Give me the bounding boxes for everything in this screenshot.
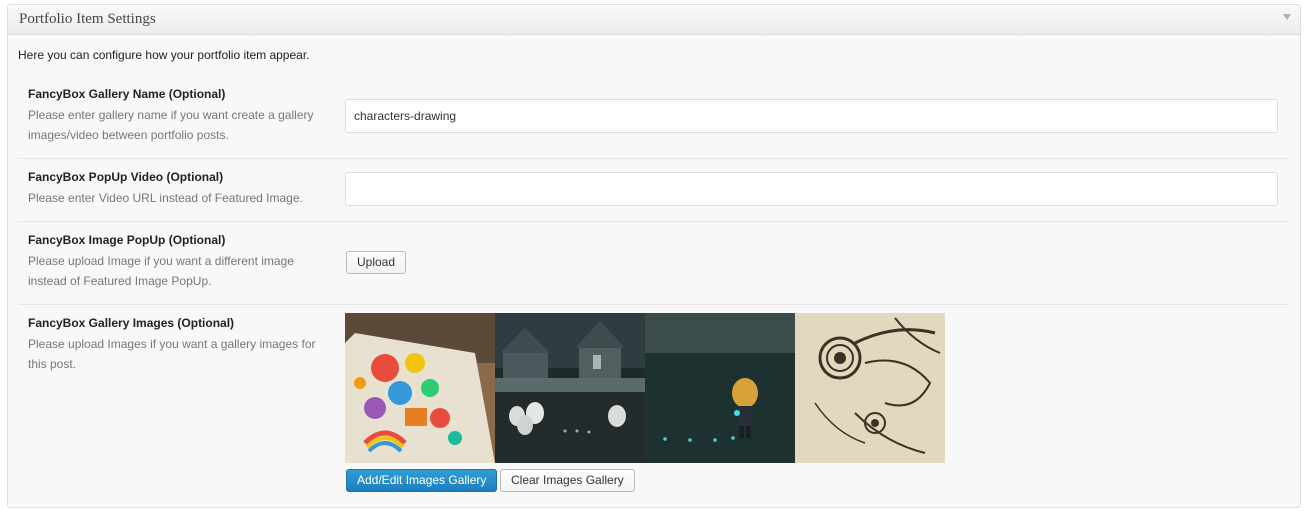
image-popup-label: FancyBox Image PopUp (Optional) — [28, 233, 226, 247]
popup-video-input[interactable] — [345, 172, 1278, 206]
gallery-images-label: FancyBox Gallery Images (Optional) — [28, 316, 235, 330]
gallery-name-label: FancyBox Gallery Name (Optional) — [28, 87, 226, 101]
gallery-name-description: Please enter gallery name if you want cr… — [28, 108, 314, 142]
gallery-thumbnail[interactable] — [495, 313, 645, 463]
gallery-images-label-block: FancyBox Gallery Images (Optional) Pleas… — [28, 316, 328, 374]
upload-button[interactable]: Upload — [346, 251, 407, 274]
popup-video-label: FancyBox PopUp Video (Optional) — [28, 170, 224, 184]
gallery-thumbnail[interactable] — [345, 313, 495, 463]
triangle-down-icon[interactable] — [1283, 14, 1291, 20]
intro-text: Here you can configure how your portfoli… — [18, 48, 310, 62]
rose-sketch-image — [795, 313, 945, 463]
popup-video-label-block: FancyBox PopUp Video (Optional) Please e… — [28, 170, 328, 208]
clear-gallery-button[interactable]: Clear Images Gallery — [500, 469, 635, 492]
gallery-name-label-block: FancyBox Gallery Name (Optional) Please … — [28, 87, 328, 145]
image-popup-row: FancyBox Image PopUp (Optional) Please u… — [18, 222, 1288, 305]
gallery-name-input[interactable] — [345, 99, 1278, 133]
gallery-thumbnail[interactable] — [795, 313, 945, 463]
popup-video-row: FancyBox PopUp Video (Optional) Please e… — [18, 159, 1288, 222]
gallery-images-row: FancyBox Gallery Images (Optional) Pleas… — [18, 305, 1288, 500]
night-character-image — [645, 313, 795, 463]
add-edit-gallery-button[interactable]: Add/Edit Images Gallery — [346, 469, 498, 492]
metabox-title: Portfolio Item Settings — [19, 11, 156, 27]
image-popup-description: Please upload Image if you want a differ… — [28, 254, 294, 288]
gallery-thumbnails — [345, 313, 945, 463]
image-popup-label-block: FancyBox Image PopUp (Optional) Please u… — [28, 233, 328, 291]
popup-video-description: Please enter Video URL instead of Featur… — [28, 191, 303, 205]
doodle-drawing-image — [345, 313, 495, 463]
metabox-header[interactable]: Portfolio Item Settings — [8, 5, 1300, 35]
ghost-street-image — [495, 313, 645, 463]
gallery-thumbnail[interactable] — [645, 313, 795, 463]
gallery-name-row: FancyBox Gallery Name (Optional) Please … — [18, 77, 1288, 159]
gallery-images-description: Please upload Images if you want a galle… — [28, 337, 316, 371]
